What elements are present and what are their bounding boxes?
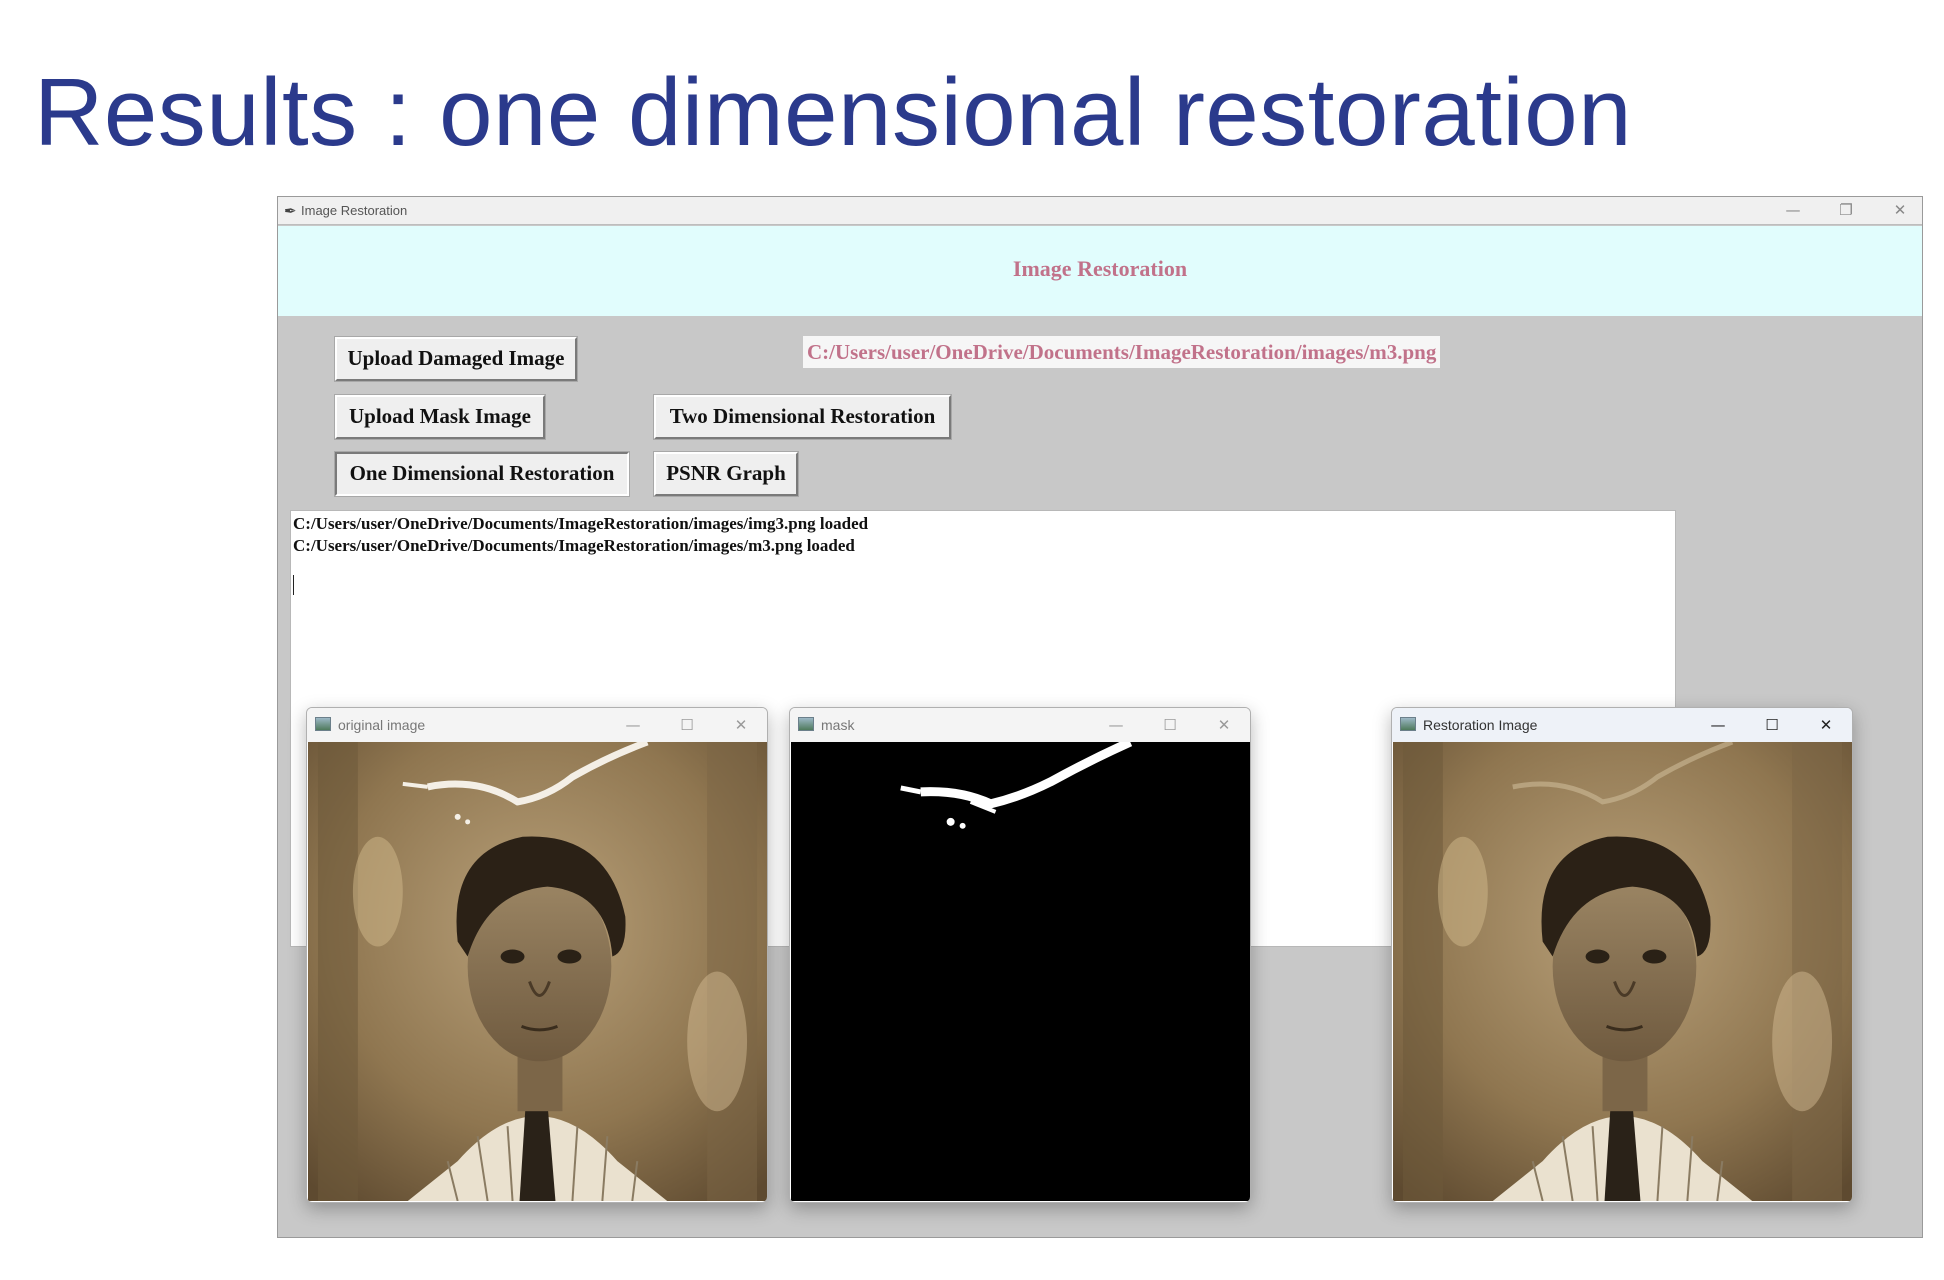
restoration-image-title: Restoration Image [1423,717,1538,733]
original-image-window: original image — ☐ ✕ [306,707,768,1203]
one-dimensional-restoration-button[interactable]: One Dimensional Restoration [334,451,630,497]
log-line: C:/Users/user/OneDrive/Documents/ImageRe… [293,514,869,533]
restoration-image-canvas [1393,742,1852,1201]
damaged-photo [308,742,767,1201]
mask-titlebar[interactable]: mask — ☐ ✕ [790,708,1250,742]
mask-title: mask [821,717,855,733]
feather-icon: ✒ [284,202,297,220]
header-band: Image Restoration [278,226,1922,316]
window-app-icon [1400,717,1416,731]
restored-photo [1393,742,1852,1201]
window-app-icon [798,717,814,731]
mask-image [791,742,1250,1201]
psnr-graph-button[interactable]: PSNR Graph [653,451,799,497]
maximize-icon[interactable]: ☐ [673,714,701,736]
mask-canvas [791,742,1250,1201]
minimize-icon[interactable]: — [1704,714,1732,736]
original-image-title: original image [338,717,426,733]
log-line: C:/Users/user/OneDrive/Documents/ImageRe… [293,536,855,555]
close-icon[interactable]: ✕ [1889,200,1911,220]
slide-title: Results : one dimensional restoration [34,59,1632,166]
minimize-icon[interactable]: — [619,714,647,736]
close-icon[interactable]: ✕ [727,714,755,736]
text-caret [293,575,294,595]
maximize-icon[interactable]: ☐ [1156,714,1184,736]
header-title: Image Restoration [1012,256,1188,281]
close-icon[interactable]: ✕ [1812,714,1840,736]
app-window-title: Image Restoration [301,203,408,218]
app-titlebar[interactable]: ✒ Image Restoration — ❐ ✕ [278,197,1922,225]
mask-window: mask — ☐ ✕ [789,707,1251,1203]
window-app-icon [315,717,331,731]
restoration-image-window: Restoration Image — ☐ ✕ [1391,707,1853,1203]
selected-file-path: C:/Users/user/OneDrive/Documents/ImageRe… [803,336,1441,368]
upload-mask-image-button[interactable]: Upload Mask Image [334,394,546,440]
original-image-titlebar[interactable]: original image — ☐ ✕ [307,708,767,742]
close-icon[interactable]: ✕ [1210,714,1238,736]
two-dimensional-restoration-button[interactable]: Two Dimensional Restoration [653,394,952,440]
restoration-image-titlebar[interactable]: Restoration Image — ☐ ✕ [1392,708,1852,742]
upload-damaged-image-button[interactable]: Upload Damaged Image [334,336,578,382]
restore-icon[interactable]: ❐ [1835,200,1857,220]
minimize-icon[interactable]: — [1102,714,1130,736]
maximize-icon[interactable]: ☐ [1758,714,1786,736]
original-image-canvas [308,742,767,1201]
minimize-icon[interactable]: — [1782,200,1804,220]
